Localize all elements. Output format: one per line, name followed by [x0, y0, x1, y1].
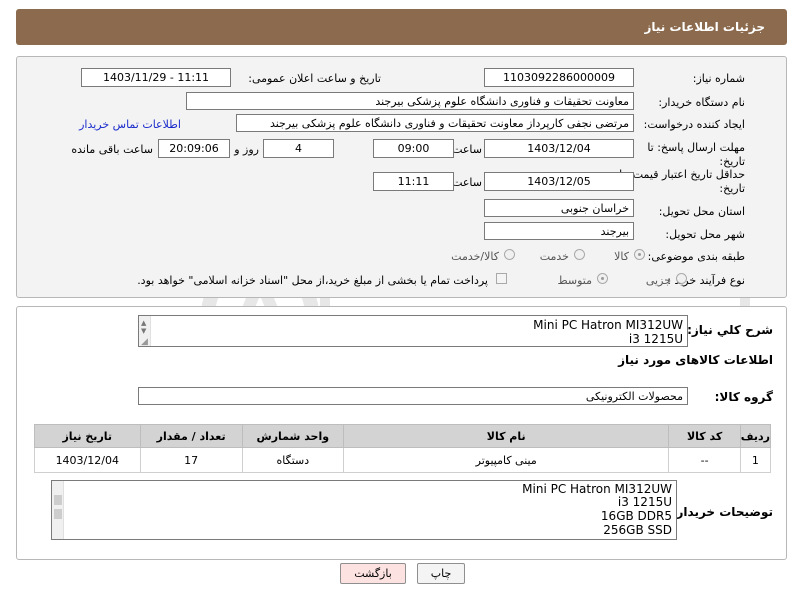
announce-label: تاریخ و ساعت اعلان عمومی: [248, 72, 381, 85]
description-scrollbar[interactable]: ▲ ▼ ◢ [139, 316, 151, 346]
category-radio-goods[interactable] [634, 249, 645, 260]
items-table: ردیف کد کالا نام کالا واحد شمارش تعداد /… [34, 424, 772, 473]
reply-deadline-label-2: تاریخ: [719, 155, 745, 168]
page-title: جزئیات اطلاعات نیاز [644, 20, 765, 34]
remaining-time-field[interactable]: 20:09:06 [158, 139, 230, 158]
category-option-service: خدمت [539, 250, 569, 263]
province-field[interactable]: خراسان جنوبی [484, 199, 634, 217]
buyer-notes-line-3: 16GB DDR5 [600, 509, 672, 523]
goods-group-field[interactable]: محصولات الکترونیکی [138, 387, 688, 405]
need-number-field[interactable]: 1103092286000009 [484, 68, 634, 87]
scroll-thumb[interactable] [54, 495, 62, 505]
buyer-notes-line-2: i3 1215U [617, 495, 672, 509]
reply-date-field[interactable]: 1403/12/04 [484, 139, 634, 158]
category-option-both: کالا/خدمت [451, 250, 499, 263]
buyer-notes-line-4: 256GB SSD [603, 523, 672, 537]
buyer-notes-scrollbar[interactable] [52, 481, 64, 539]
process-radio-medium[interactable] [597, 273, 608, 284]
treasury-payment-checkbox[interactable] [496, 273, 507, 284]
province-label: استان محل تحویل: [658, 205, 745, 218]
requester-label: ایجاد کننده درخواست: [643, 118, 745, 131]
process-option-medium: متوسط [557, 274, 592, 287]
cell-qty: 17 [139, 447, 243, 473]
goods-group-label: گروه کالا: [714, 390, 773, 404]
header-panel: جزئیات اطلاعات نیاز [16, 9, 787, 45]
city-label: شهر محل تحویل: [665, 228, 745, 241]
category-radio-service[interactable] [574, 249, 585, 260]
need-number-label: شماره نیاز: [692, 72, 745, 85]
buyer-notes-textarea[interactable]: Mini PC Hatron MI312UW i3 1215U 16GB DDR… [51, 480, 677, 540]
city-field[interactable]: بیرجند [484, 222, 634, 240]
buyer-notes-label: توضیحات خریدار: [671, 505, 773, 519]
description-line-2: i3 1215U [628, 332, 683, 346]
description-label: شرح كلي نياز: [687, 323, 773, 337]
requester-field[interactable]: مرتضی نجفی کارپرداز معاونت تحقیقات و فنا… [236, 114, 634, 132]
days-label: روز و [234, 143, 259, 156]
remaining-label: ساعت باقی مانده [71, 143, 153, 156]
reply-days-field[interactable]: 4 [263, 139, 334, 158]
price-date-field[interactable]: 1403/12/05 [484, 172, 634, 191]
col-unit: واحد شمارش [241, 424, 344, 448]
buyer-org-field[interactable]: معاونت تحقیقات و فناوری دانشگاه علوم پزش… [186, 92, 634, 110]
col-name: نام کالا [342, 424, 670, 448]
col-code: کد کالا [668, 424, 741, 448]
treasury-payment-note: پرداخت تمام یا بخشی از مبلغ خرید،از محل … [137, 274, 488, 287]
col-qty: تعداد / مقدار [139, 424, 243, 448]
description-line-1: Mini PC Hatron MI312UW [533, 318, 683, 332]
back-button[interactable]: بازگشت [340, 563, 406, 584]
resize-grip-icon[interactable]: ◢ [141, 335, 148, 346]
price-validity-label: حداقل تاریخ اعتبار قیمت: تا [619, 168, 745, 181]
price-validity-label-2: تاریخ: [719, 182, 745, 195]
description-textarea[interactable]: Mini PC Hatron MI312UW i3 1215U ▲ ▼ ◢ [138, 315, 688, 347]
cell-name: مینی کامپیوتر [342, 447, 670, 473]
cell-date: 1403/12/04 [34, 447, 141, 473]
scroll-thumb-lower[interactable] [54, 509, 62, 519]
buyer-contact-link[interactable]: اطلاعات تماس خریدار [79, 118, 181, 131]
reply-time-field[interactable]: 09:00 [373, 139, 454, 158]
cell-code: -- [668, 447, 741, 473]
reply-deadline-label: مهلت ارسال پاسخ: تا [647, 141, 745, 154]
col-date: تاریخ نیاز [34, 424, 141, 448]
col-row: ردیف [739, 424, 772, 448]
buyer-org-label: نام دستگاه خریدار: [658, 96, 745, 109]
category-option-goods: کالا [614, 250, 629, 263]
cell-row: 1 [739, 447, 772, 473]
print-button[interactable]: چاپ [417, 563, 465, 584]
announce-field[interactable]: 1403/11/29 - 11:11 [81, 68, 231, 87]
cell-unit: دستگاه [241, 447, 344, 473]
table-header-row: ردیف کد کالا نام کالا واحد شمارش تعداد /… [34, 424, 772, 448]
price-time-field[interactable]: 11:11 [373, 172, 454, 191]
items-section-title: اطلاعات کالاهای مورد نیاز [618, 353, 773, 367]
process-option-partial: جزیی [645, 274, 671, 287]
table-row[interactable]: 1 -- مینی کامپیوتر دستگاه 17 1403/12/04 [34, 447, 772, 473]
price-time-label: ساعت [452, 176, 482, 189]
category-radio-both[interactable] [504, 249, 515, 260]
reply-time-label: ساعت [452, 143, 482, 156]
category-label: طبقه بندی موضوعی: [647, 250, 745, 263]
process-radio-partial[interactable] [676, 273, 687, 284]
